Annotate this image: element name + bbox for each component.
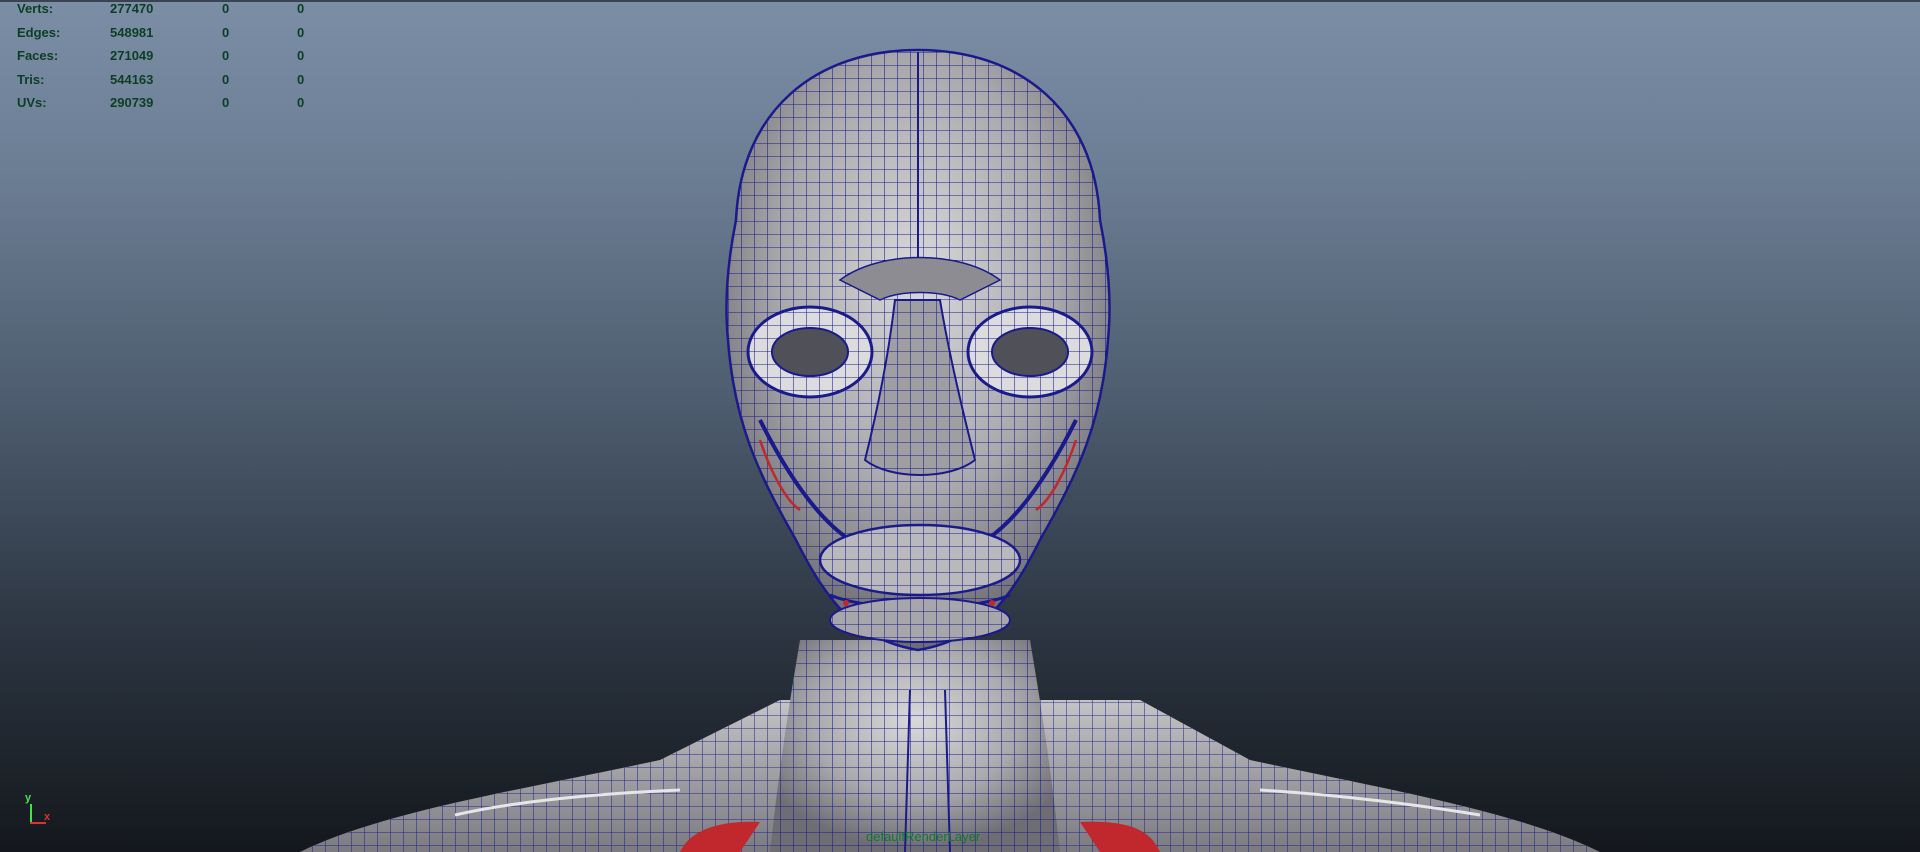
hud-value: 271049 [110, 48, 154, 63]
hud-row: Tris: 544163 0 0 [17, 71, 317, 95]
hud-selected-count: 0 [222, 24, 230, 40]
hud-row: Edges: 548981 0 0 [17, 24, 317, 48]
head-wireframe-model[interactable] [0, 0, 1920, 852]
hud-value: 544163 [110, 71, 154, 87]
hud-row: Faces: 271049 0 0 [17, 47, 317, 71]
mouth [818, 523, 1022, 643]
hud-component-count: 0 [297, 71, 305, 87]
hud-component-count: 0 [297, 1, 305, 16]
hud-selected-count: 0 [222, 95, 230, 110]
hud-label: Verts: [17, 1, 54, 16]
neck [770, 640, 1060, 852]
3d-viewport[interactable]: Verts: 277470 0 0 Edges: 548981 0 0 Faces: 271049… [0, 0, 1920, 852]
hud-component-count: 0 [297, 95, 305, 110]
hud-selected-count: 0 [222, 71, 230, 87]
hud-component-count: 0 [297, 48, 305, 63]
hud-label: UVs: [17, 95, 47, 110]
hud-label: Edges: [17, 24, 61, 40]
hud-value: 548981 [110, 24, 154, 40]
hud-row: UVs: 290739 0 0 [17, 94, 317, 118]
hud-row: Verts: 277470 0 0 [17, 0, 317, 24]
poly-count-hud: Verts: 277470 0 0 Edges: 548981 0 0 Faces: 271049… [17, 0, 317, 118]
right-eye [966, 305, 1094, 399]
render-layer-label: defaultRenderLayer [866, 829, 981, 844]
left-eye [746, 305, 874, 399]
hud-selected-count: 0 [222, 48, 230, 63]
hud-selected-count: 0 [222, 1, 230, 16]
axis-indicator: y x [22, 789, 62, 829]
hud-label: Tris: [17, 71, 45, 87]
hud-label: Faces: [17, 48, 59, 63]
axis-x-label: x [44, 811, 51, 823]
axis-y-label: y [25, 792, 32, 804]
hud-value: 277470 [110, 1, 154, 16]
hud-component-count: 0 [297, 24, 305, 40]
axis-y-line [30, 804, 32, 823]
hud-value: 290739 [110, 95, 154, 110]
